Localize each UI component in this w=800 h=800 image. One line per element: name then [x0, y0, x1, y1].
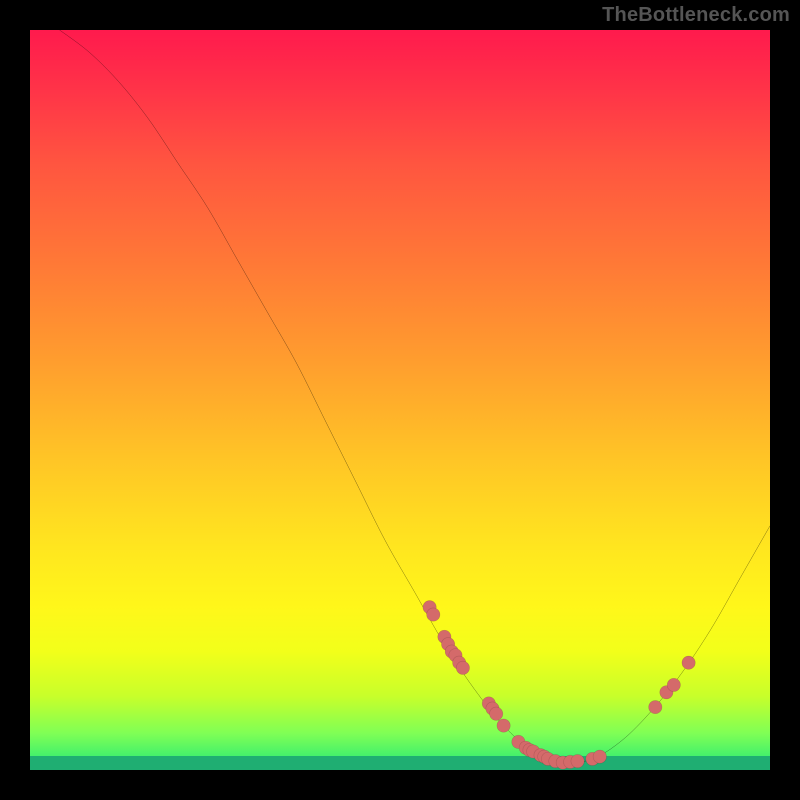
data-point — [667, 678, 680, 691]
chart-svg — [30, 30, 770, 770]
data-point — [571, 754, 584, 767]
data-point — [649, 700, 662, 713]
plot-area — [30, 30, 770, 770]
data-point — [593, 750, 606, 763]
bottleneck-curve — [60, 30, 770, 763]
data-point — [490, 707, 503, 720]
data-point — [682, 656, 695, 669]
watermark-text: TheBottleneck.com — [602, 4, 790, 27]
data-point — [497, 719, 510, 732]
data-point — [427, 608, 440, 621]
data-points — [423, 601, 695, 770]
data-point — [456, 661, 469, 674]
